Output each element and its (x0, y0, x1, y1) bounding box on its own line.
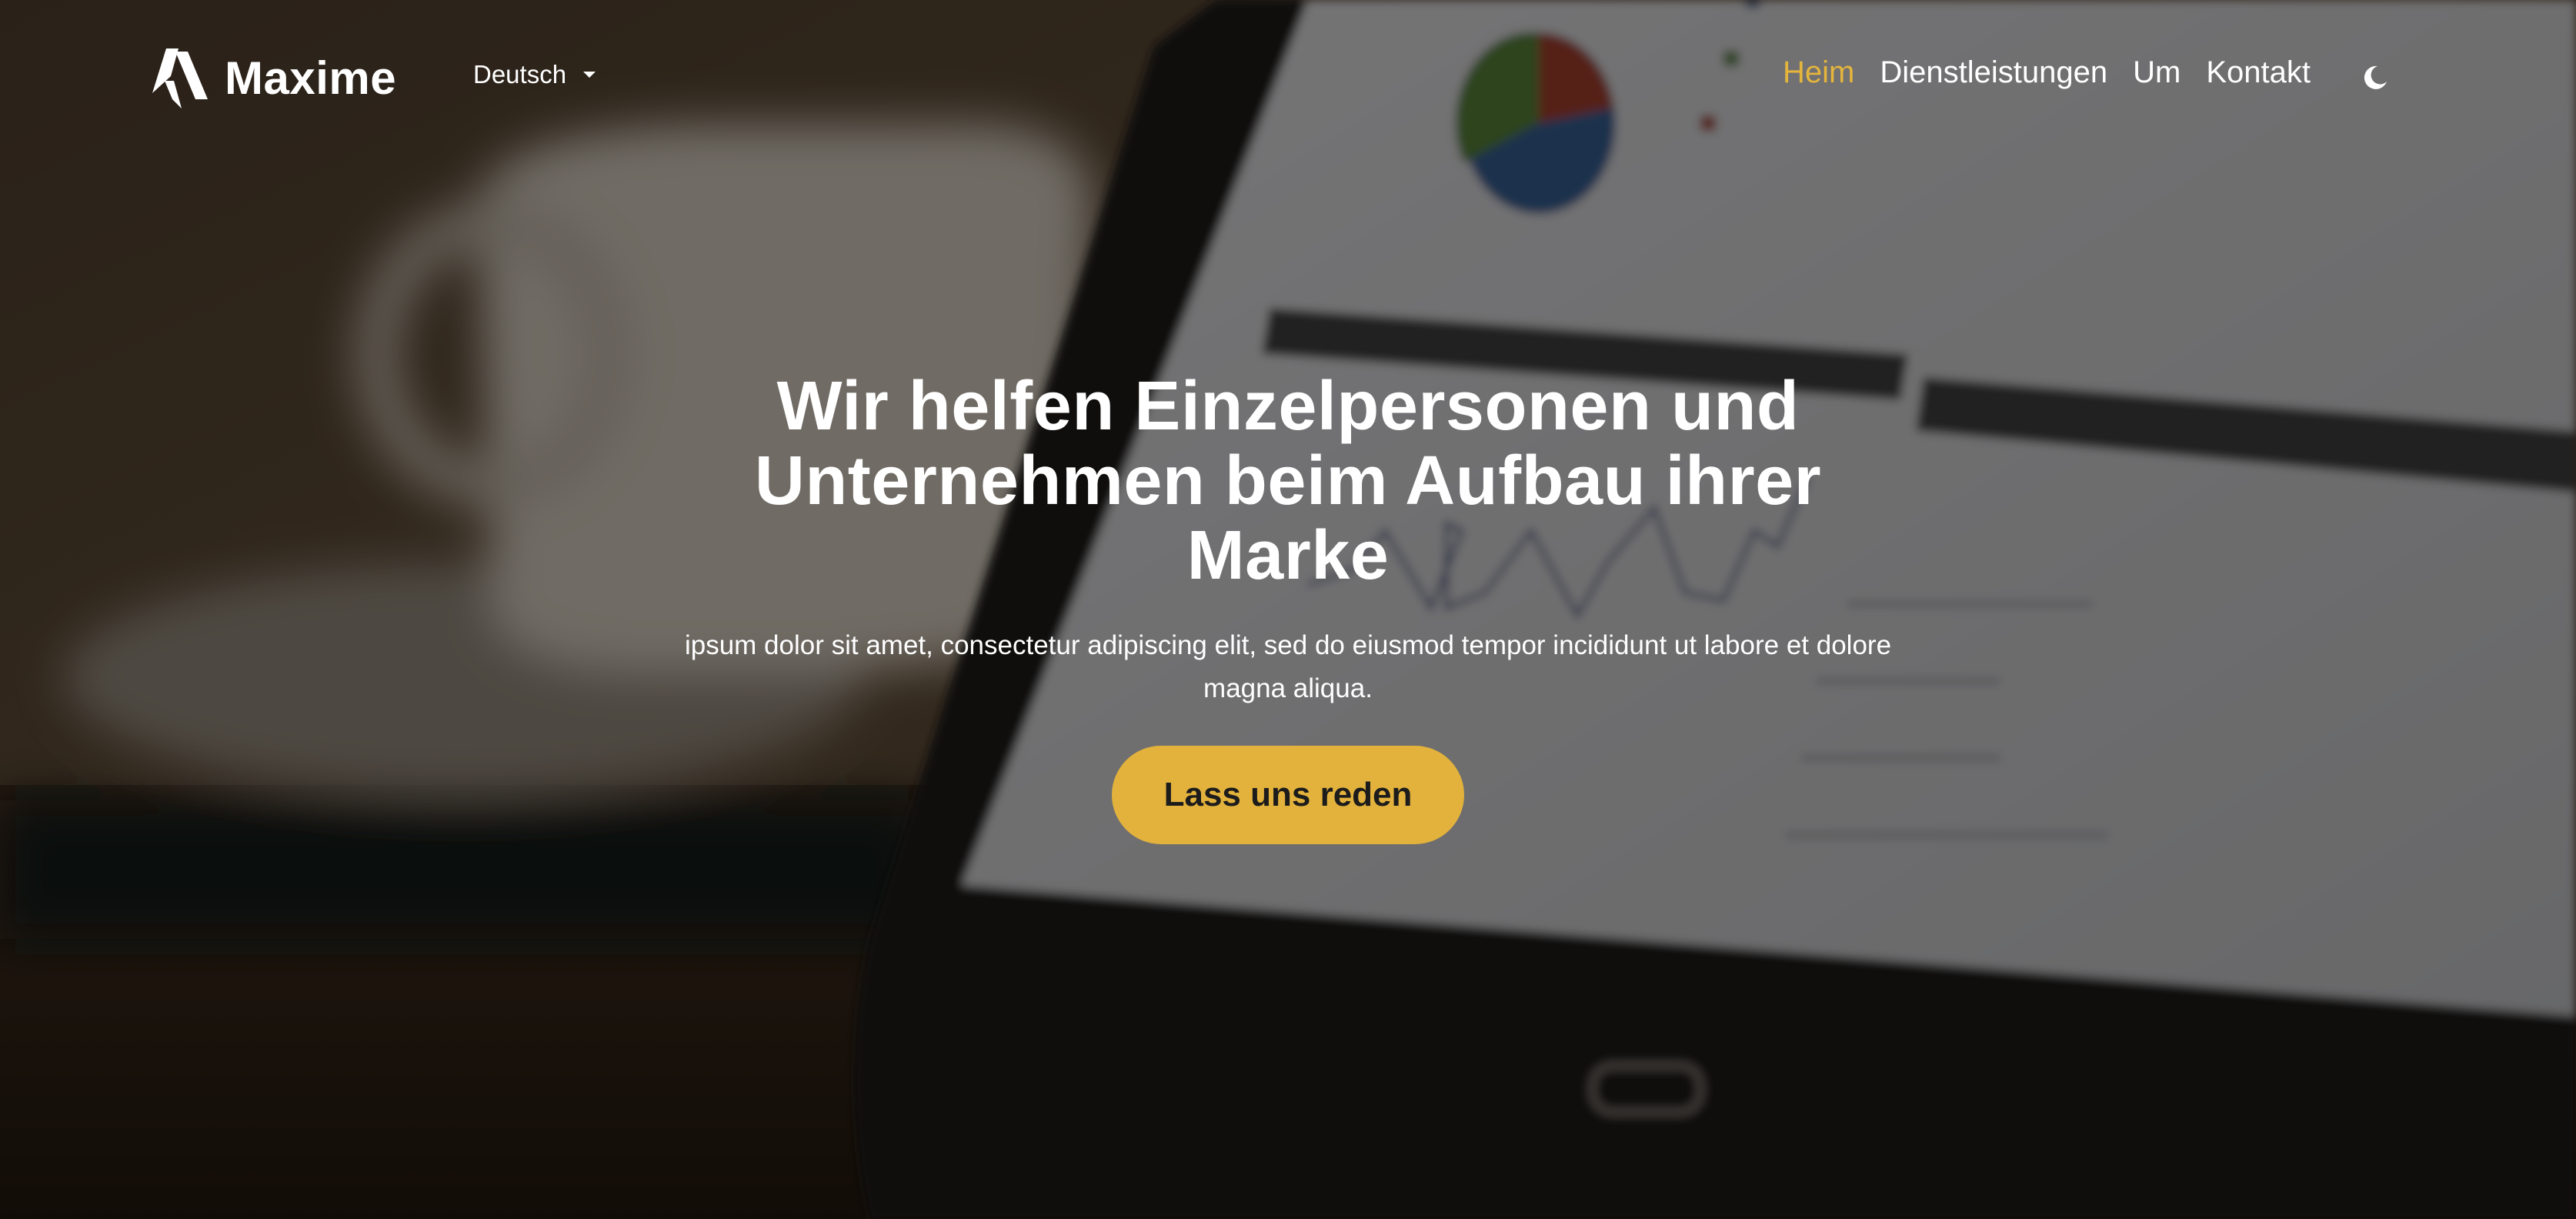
language-selected-label: Deutsch (473, 60, 567, 89)
brand-logo-link[interactable]: Maxime (151, 45, 396, 111)
site-header: Maxime Deutsch Heim Dienstleistungen Um … (0, 0, 2576, 154)
nav-item-kontakt[interactable]: Kontakt (2206, 55, 2311, 90)
hero-title: Wir helfen Einzelpersonen und Unternehme… (754, 368, 1822, 594)
nav-item-heim[interactable]: Heim (1783, 55, 1854, 90)
hero-subtitle: ipsum dolor sit amet, consectetur adipis… (684, 630, 1892, 703)
language-selector[interactable]: Deutsch (473, 60, 596, 89)
main-navigation: Heim Dienstleistungen Um Kontakt (1783, 55, 2311, 90)
hero-section: Wir helfen Einzelpersonen und Unternehme… (596, 369, 1980, 844)
nav-item-um[interactable]: Um (2133, 55, 2181, 90)
page: Maxime Deutsch Heim Dienstleistungen Um … (0, 0, 2576, 1219)
brand-name: Maxime (225, 52, 397, 104)
nav-item-dienstleistungen[interactable]: Dienstleistungen (1880, 55, 2107, 90)
moon-icon[interactable] (2362, 65, 2388, 91)
caret-down-icon (583, 72, 596, 78)
maxime-m-logo-icon (152, 48, 208, 109)
cta-button[interactable]: Lass uns reden (1111, 746, 1465, 844)
